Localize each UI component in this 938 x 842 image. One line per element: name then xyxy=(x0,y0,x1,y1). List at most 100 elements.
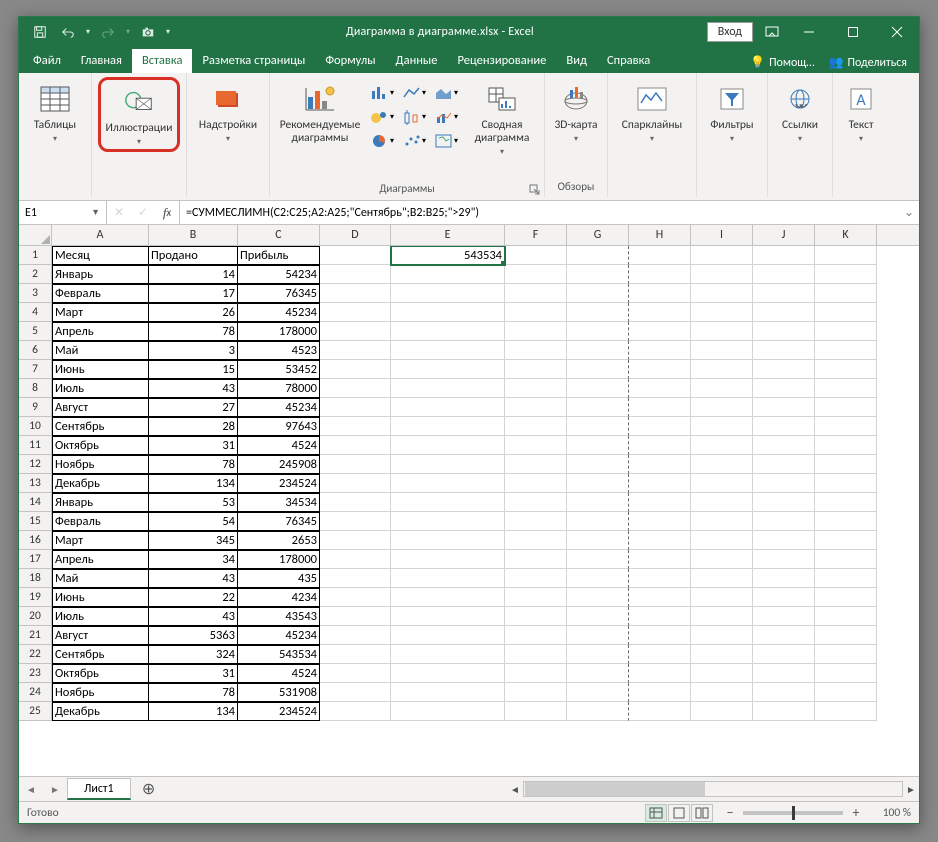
chart-map-icon[interactable]: ▾ xyxy=(432,131,460,151)
col-header-G[interactable]: G xyxy=(567,225,629,245)
cell-G23[interactable] xyxy=(567,664,629,683)
cell-B12[interactable]: 78 xyxy=(149,455,238,474)
cell-C15[interactable]: 76345 xyxy=(238,512,320,531)
cell-C7[interactable]: 53452 xyxy=(238,360,320,379)
cell-C4[interactable]: 45234 xyxy=(238,303,320,322)
minimize-button[interactable] xyxy=(787,17,831,47)
tab-вид[interactable]: Вид xyxy=(556,49,597,73)
cell-G8[interactable] xyxy=(567,379,629,398)
row-header-16[interactable]: 16 xyxy=(19,531,51,550)
cell-G5[interactable] xyxy=(567,322,629,341)
cell-E23[interactable] xyxy=(391,664,505,683)
cell-F11[interactable] xyxy=(505,436,567,455)
cell-E20[interactable] xyxy=(391,607,505,626)
cell-K9[interactable] xyxy=(815,398,877,417)
chart-combo-icon[interactable]: ▾ xyxy=(432,107,460,127)
row-header-8[interactable]: 8 xyxy=(19,379,51,398)
spreadsheet-grid[interactable]: ABCDEFGHIJK 1234567891011121314151617181… xyxy=(19,225,919,776)
cell-A20[interactable]: Июль xyxy=(52,607,149,626)
cell-A13[interactable]: Декабрь xyxy=(52,474,149,493)
cell-K20[interactable] xyxy=(815,607,877,626)
cell-A3[interactable]: Февраль xyxy=(52,284,149,303)
cell-E5[interactable] xyxy=(391,322,505,341)
enter-formula-icon[interactable]: ✓ xyxy=(131,205,155,220)
hscroll-left[interactable]: ◄ xyxy=(507,781,523,797)
cell-H7[interactable] xyxy=(629,360,691,379)
cell-D19[interactable] xyxy=(320,588,391,607)
tab-формулы[interactable]: Формулы xyxy=(315,49,385,73)
cell-D21[interactable] xyxy=(320,626,391,645)
row-header-4[interactable]: 4 xyxy=(19,303,51,322)
view-page-break-button[interactable] xyxy=(691,804,713,822)
cell-C14[interactable]: 34534 xyxy=(238,493,320,512)
cell-E7[interactable] xyxy=(391,360,505,379)
cell-K2[interactable] xyxy=(815,265,877,284)
cell-E12[interactable] xyxy=(391,455,505,474)
cell-C20[interactable]: 43543 xyxy=(238,607,320,626)
cell-A2[interactable]: Январь xyxy=(52,265,149,284)
cell-F15[interactable] xyxy=(505,512,567,531)
cell-I7[interactable] xyxy=(691,360,753,379)
expand-formula-bar-icon[interactable]: ⌄ xyxy=(899,201,919,224)
row-header-5[interactable]: 5 xyxy=(19,322,51,341)
cell-K23[interactable] xyxy=(815,664,877,683)
cell-J12[interactable] xyxy=(753,455,815,474)
cell-C6[interactable]: 4523 xyxy=(238,341,320,360)
view-page-layout-button[interactable] xyxy=(668,804,690,822)
cell-D17[interactable] xyxy=(320,550,391,569)
cell-I2[interactable] xyxy=(691,265,753,284)
cell-J1[interactable] xyxy=(753,246,815,265)
cell-A5[interactable]: Апрель xyxy=(52,322,149,341)
cell-I11[interactable] xyxy=(691,436,753,455)
col-header-H[interactable]: H xyxy=(629,225,691,245)
cell-J8[interactable] xyxy=(753,379,815,398)
cell-J25[interactable] xyxy=(753,702,815,721)
sheet-nav-prev[interactable]: ◄ xyxy=(19,783,43,796)
cell-J6[interactable] xyxy=(753,341,815,360)
cell-D11[interactable] xyxy=(320,436,391,455)
cell-K12[interactable] xyxy=(815,455,877,474)
select-all-corner[interactable] xyxy=(19,225,52,246)
cell-B9[interactable]: 27 xyxy=(149,398,238,417)
cell-G2[interactable] xyxy=(567,265,629,284)
cell-E6[interactable] xyxy=(391,341,505,360)
cell-F7[interactable] xyxy=(505,360,567,379)
cell-G6[interactable] xyxy=(567,341,629,360)
cell-G17[interactable] xyxy=(567,550,629,569)
cell-H6[interactable] xyxy=(629,341,691,360)
cell-B14[interactable]: 53 xyxy=(149,493,238,512)
cell-G7[interactable] xyxy=(567,360,629,379)
cell-D2[interactable] xyxy=(320,265,391,284)
cell-H3[interactable] xyxy=(629,284,691,303)
row-header-20[interactable]: 20 xyxy=(19,607,51,626)
cell-I22[interactable] xyxy=(691,645,753,664)
cell-G13[interactable] xyxy=(567,474,629,493)
cell-F25[interactable] xyxy=(505,702,567,721)
cell-B24[interactable]: 78 xyxy=(149,683,238,702)
cell-H10[interactable] xyxy=(629,417,691,436)
cell-D6[interactable] xyxy=(320,341,391,360)
cell-E25[interactable] xyxy=(391,702,505,721)
cell-E1[interactable]: 543534 xyxy=(391,246,505,265)
cell-I14[interactable] xyxy=(691,493,753,512)
col-header-C[interactable]: C xyxy=(238,225,320,245)
cell-I12[interactable] xyxy=(691,455,753,474)
view-normal-button[interactable] xyxy=(645,804,667,822)
cell-B25[interactable]: 134 xyxy=(149,702,238,721)
cell-H2[interactable] xyxy=(629,265,691,284)
cell-J10[interactable] xyxy=(753,417,815,436)
cell-C8[interactable]: 78000 xyxy=(238,379,320,398)
tab-вставка[interactable]: Вставка xyxy=(132,49,193,73)
tab-данные[interactable]: Данные xyxy=(386,49,448,73)
col-header-I[interactable]: I xyxy=(691,225,753,245)
row-header-9[interactable]: 9 xyxy=(19,398,51,417)
cell-I13[interactable] xyxy=(691,474,753,493)
cell-G20[interactable] xyxy=(567,607,629,626)
cell-H21[interactable] xyxy=(629,626,691,645)
cell-I21[interactable] xyxy=(691,626,753,645)
cell-I25[interactable] xyxy=(691,702,753,721)
col-header-D[interactable]: D xyxy=(320,225,391,245)
cell-F4[interactable] xyxy=(505,303,567,322)
cell-C17[interactable]: 178000 xyxy=(238,550,320,569)
cell-K15[interactable] xyxy=(815,512,877,531)
